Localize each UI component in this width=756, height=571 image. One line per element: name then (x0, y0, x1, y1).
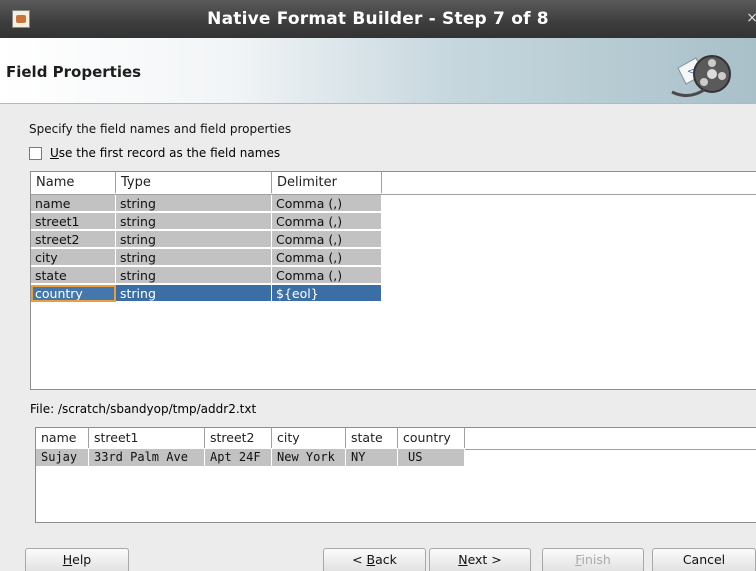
column-header-delimiter[interactable]: Delimiter (272, 172, 382, 193)
field-type-cell[interactable]: string (116, 213, 272, 230)
field-delimiter-cell[interactable]: Comma (,) (272, 231, 382, 248)
page-title: Field Properties (6, 63, 142, 81)
field-delimiter-cell[interactable]: Comma (,) (272, 213, 382, 230)
help-label: elp (72, 552, 92, 567)
field-type-cell[interactable]: string (116, 285, 272, 302)
field-name-cell[interactable]: street2 (31, 231, 116, 248)
field-type-cell[interactable]: string (116, 195, 272, 212)
file-preview-table[interactable]: name street1 street2 city state country … (35, 427, 756, 523)
window-close-button[interactable]: × (746, 10, 756, 26)
finish-label: inish (581, 552, 611, 567)
finish-button[interactable]: Finish (542, 548, 644, 571)
help-button[interactable]: Help (25, 548, 129, 571)
preview-column-header[interactable]: street1 (89, 428, 205, 448)
checkbox-mnemonic: U (50, 146, 59, 160)
preview-cell: Sujay (36, 449, 89, 466)
next-mnemonic: N (458, 552, 468, 567)
next-button[interactable]: Next > (429, 548, 531, 571)
window-title: Native Format Builder - Step 7 of 8 (207, 9, 549, 29)
preview-column-header[interactable]: city (272, 428, 346, 448)
preview-column-header[interactable]: state (346, 428, 398, 448)
field-delimiter-cell[interactable]: ${eol} (272, 285, 382, 302)
field-delimiter-cell[interactable]: Comma (,) (272, 267, 382, 284)
wizard-reel-icon: <> (671, 55, 731, 97)
field-properties-table[interactable]: Name Type Delimiter name string Comma (,… (30, 171, 756, 390)
preview-cell: NY (346, 449, 398, 466)
preview-column-header[interactable]: street2 (205, 428, 272, 448)
back-label: ack (375, 552, 397, 567)
field-type-cell[interactable]: string (116, 249, 272, 266)
preview-cell: New York (272, 449, 346, 466)
back-prefix: < (352, 552, 367, 567)
field-delimiter-cell[interactable]: Comma (,) (272, 249, 382, 266)
column-header-name[interactable]: Name (31, 172, 116, 193)
instruction-text: Specify the field names and field proper… (29, 122, 292, 136)
window-titlebar: Native Format Builder - Step 7 of 8 × (0, 0, 756, 38)
cancel-button[interactable]: Cancel (652, 548, 756, 571)
back-button[interactable]: < Back (323, 548, 426, 571)
wizard-header: Field Properties <> (0, 38, 756, 104)
field-name-cell[interactable]: state (31, 267, 116, 284)
field-name-cell[interactable]: country (31, 285, 116, 302)
preview-table-header: name street1 street2 city state country (36, 428, 756, 450)
preview-cell: Apt 24F (205, 449, 272, 466)
field-type-cell[interactable]: string (116, 231, 272, 248)
field-name-cell[interactable]: name (31, 195, 116, 212)
first-record-checkbox[interactable] (29, 147, 42, 160)
preview-cell: 33rd Palm Ave (89, 449, 205, 466)
column-header-type[interactable]: Type (116, 172, 272, 193)
checkbox-label-text: se the first record as the field names (58, 146, 281, 160)
help-mnemonic: H (62, 552, 73, 567)
field-name-cell[interactable]: street1 (31, 213, 116, 230)
field-name-cell[interactable]: city (31, 249, 116, 266)
field-table-header: Name Type Delimiter (31, 172, 756, 195)
preview-cell: US (398, 449, 465, 466)
field-type-cell[interactable]: string (116, 267, 272, 284)
file-path-label: File: /scratch/sbandyop/tmp/addr2.txt (30, 402, 257, 416)
next-label: ext > (467, 552, 502, 567)
back-mnemonic: B (366, 552, 376, 567)
first-record-checkbox-label[interactable]: Use the first record as the field names (50, 146, 280, 160)
preview-column-header[interactable]: country (398, 428, 465, 448)
field-delimiter-cell[interactable]: Comma (,) (272, 195, 382, 212)
preview-column-header[interactable]: name (36, 428, 89, 448)
